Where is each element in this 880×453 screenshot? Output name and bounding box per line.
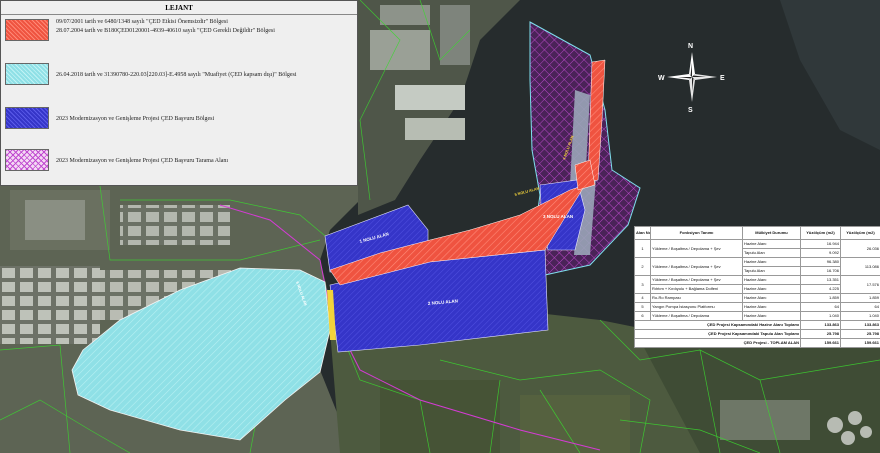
table-cell: Hazine Alanı (742, 257, 801, 267)
compass-s: S (688, 107, 693, 114)
table-summary-value: 25.798 (800, 329, 841, 339)
table-cell: 6 (634, 311, 651, 321)
table-cell: 4.225 (800, 284, 841, 294)
table-row: 5 Yangın Pompa İstasyonu Platformu Hazin… (634, 302, 880, 312)
legend-entry-2-text: 26.04.2018 tarih ve 31390780-220.03[220.… (56, 72, 297, 78)
table-cell: Yükleme / Boşaltma / Depolama + Şev (650, 275, 743, 285)
legend-entry-1-line-1: 09/07/2001 tarih ve 6480/1348 sayılı "ÇE… (56, 19, 228, 25)
legend-panel: LEJANT 09/07/2001 tarih ve 6480/1348 say… (0, 0, 358, 186)
table-cell: 113.086 (840, 257, 880, 276)
table-row: 6 Yükleme / Boşaltma / Depolama Hazine A… (634, 311, 880, 321)
table-cell: 4 (634, 293, 651, 303)
table-cell: 3 (634, 275, 651, 294)
table-cell: 5 (634, 302, 651, 312)
red-hatch-swatch (5, 19, 49, 41)
compass-n: N (688, 43, 693, 50)
legend-entry-3-text: 2023 Modernizasyon ve Genişleme Projesi … (56, 116, 215, 122)
table-cell: Yükleme / Boşaltma / Depolama (650, 311, 743, 321)
table-cell: Tapulu Alan (742, 266, 801, 276)
table-cell: Ro-Ro Rampası (650, 293, 743, 303)
table-cell: 1.040 (800, 311, 841, 321)
table-cell: 16.944 (800, 239, 841, 249)
table-cell: 9.092 (800, 248, 841, 258)
compass-e: E (720, 75, 725, 82)
table-cell: Hazine Alanı (742, 311, 801, 321)
table-cell: 1 (634, 239, 651, 258)
table-cell: 2 (634, 257, 651, 276)
table-cell: 13.351 (800, 275, 841, 285)
table-summary-label: ÇED Projesi - TOPLAM ALAN (634, 338, 801, 348)
legend-entry-4-text: 2023 Modernizasyon ve Genişleme Projesi … (56, 158, 229, 164)
table-cell: Hazine Alanı (742, 302, 801, 312)
table-header: Alan No (634, 226, 651, 240)
table-row: 4 Ro-Ro Rampası Hazine Alanı 1.859 1.859 (634, 293, 880, 303)
table-cell: Yükleme / Boşaltma / Depolama + Şev (650, 257, 743, 276)
table-summary-value: 159.661 (840, 338, 880, 348)
table-cell: 1.859 (840, 293, 880, 303)
table-summary-value: 133.863 (800, 320, 841, 330)
table-cell: Hazine Alanı (742, 293, 801, 303)
table-summary-label: ÇED Projesi Kapsamındaki Hazine Alanı To… (634, 320, 801, 330)
table-summary-row: ÇED Projesi Kapsamındaki Hazine Alanı To… (634, 320, 880, 330)
area-3-label: 3 NOLU ALAN (543, 214, 573, 219)
table-cell: 26.036 (840, 239, 880, 258)
table-summary-value: 25.798 (840, 329, 880, 339)
table-cell: Hazine Alanı (742, 284, 801, 294)
table-summary-value: 159.661 (800, 338, 841, 348)
table-row: 3 Yükleme / Boşaltma / Depolama + Şev Ha… (634, 275, 880, 294)
table-row: 1 Yükleme / Boşaltma / Depolama + Şev Ha… (634, 239, 880, 258)
table-header: Mülkiyet Durumu (742, 226, 801, 240)
table-cell: Rıhtım + Kırdıyolu + Bağlama Dolfeni (650, 284, 743, 294)
table-cell: 16.706 (800, 266, 841, 276)
cyan-hatch-swatch (5, 63, 49, 85)
purple-crosshatch-swatch (5, 149, 49, 171)
table-header: Yüzölçüm (m2) (840, 226, 880, 240)
table-cell: 1.040 (840, 311, 880, 321)
blue-hatch-swatch (5, 107, 49, 129)
legend-entry-1-line-2: 28.07.2004 tarih ve B180ÇED0120001-4939-… (56, 28, 275, 34)
table-cell: 1.859 (800, 293, 841, 303)
table-cell: Tapulu Alan (742, 248, 801, 258)
table-summary-row: ÇED Projesi Kapsamındaki Tapulu Alan Top… (634, 329, 880, 339)
legend-title: LEJANT (1, 1, 357, 15)
table-summary-label: ÇED Projesi Kapsamındaki Tapulu Alan Top… (634, 329, 801, 339)
table-summary-row: ÇED Projesi - TOPLAM ALAN 159.661 159.66… (634, 338, 880, 348)
area-table: Alan No Fonksiyon Tanımı Mülkiyet Durumu… (634, 226, 880, 348)
table-header-row: Alan No Fonksiyon Tanımı Mülkiyet Durumu… (634, 226, 880, 240)
table-cell: 64 (840, 302, 880, 312)
compass-w: W (658, 75, 665, 82)
table-cell: 64 (800, 302, 841, 312)
table-cell: Yangın Pompa İstasyonu Platformu (650, 302, 743, 312)
table-cell: Yükleme / Boşaltma / Depolama + Şev (650, 239, 743, 258)
table-cell: Hazine Alanı (742, 239, 801, 249)
table-summary-value: 133.863 (840, 320, 880, 330)
table-cell: 17.576 (840, 275, 880, 294)
table-row: 2 Yükleme / Boşaltma / Depolama + Şev Ha… (634, 257, 880, 276)
table-header: Yüzölçüm (m2) (800, 226, 841, 240)
table-cell: 96.380 (800, 257, 841, 267)
table-cell: Hazine Alanı (742, 275, 801, 285)
table-header: Fonksiyon Tanımı (650, 226, 743, 240)
